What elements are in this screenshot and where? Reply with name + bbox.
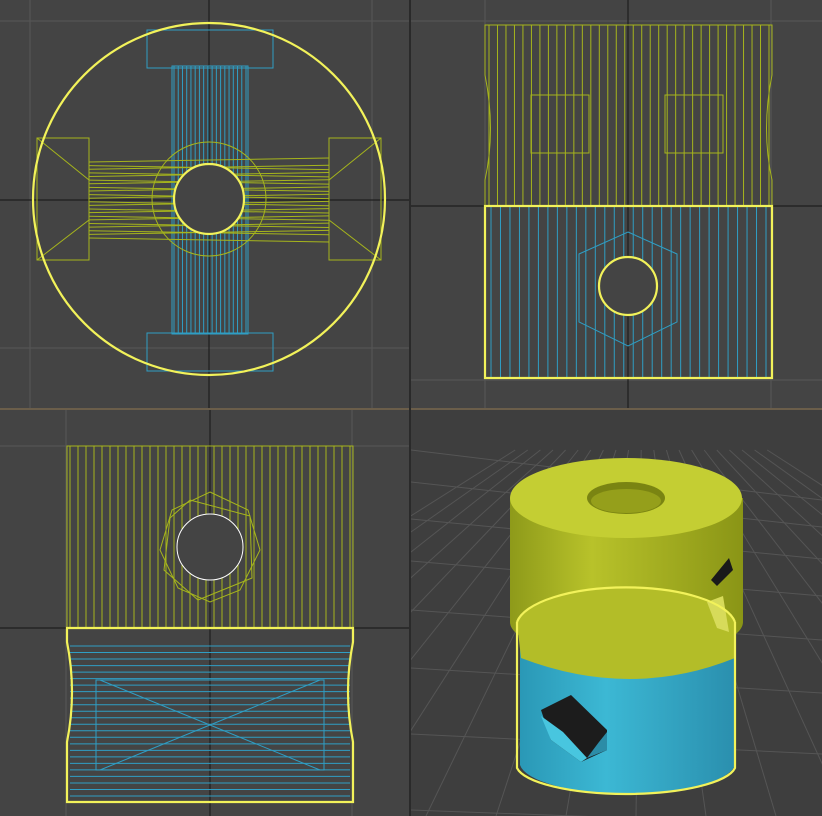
center-hole-outline bbox=[172, 162, 246, 236]
front-view-canvas bbox=[411, 0, 822, 408]
viewport-perspective[interactable] bbox=[411, 410, 822, 816]
viewport-left[interactable] bbox=[0, 410, 409, 816]
viewport-top[interactable] bbox=[0, 0, 409, 408]
grid-line bbox=[741, 449, 822, 516]
viewport-layout bbox=[0, 0, 822, 816]
grid bbox=[0, 410, 409, 816]
grid-line bbox=[411, 449, 516, 517]
perspective-canvas bbox=[411, 449, 822, 816]
left-view-canvas bbox=[0, 410, 409, 816]
viewport-front[interactable] bbox=[411, 0, 822, 408]
shaded-object bbox=[510, 458, 743, 794]
grid-line bbox=[766, 449, 822, 486]
grid-axes bbox=[0, 410, 409, 816]
viewport-divider-horizontal[interactable] bbox=[0, 408, 822, 410]
grid-line bbox=[729, 449, 822, 537]
viewport-divider-vertical[interactable] bbox=[409, 0, 411, 816]
side-hole-outline bbox=[597, 255, 659, 317]
top-view-canvas bbox=[0, 0, 409, 408]
side-hole bbox=[176, 513, 244, 581]
grid-line bbox=[411, 809, 590, 816]
